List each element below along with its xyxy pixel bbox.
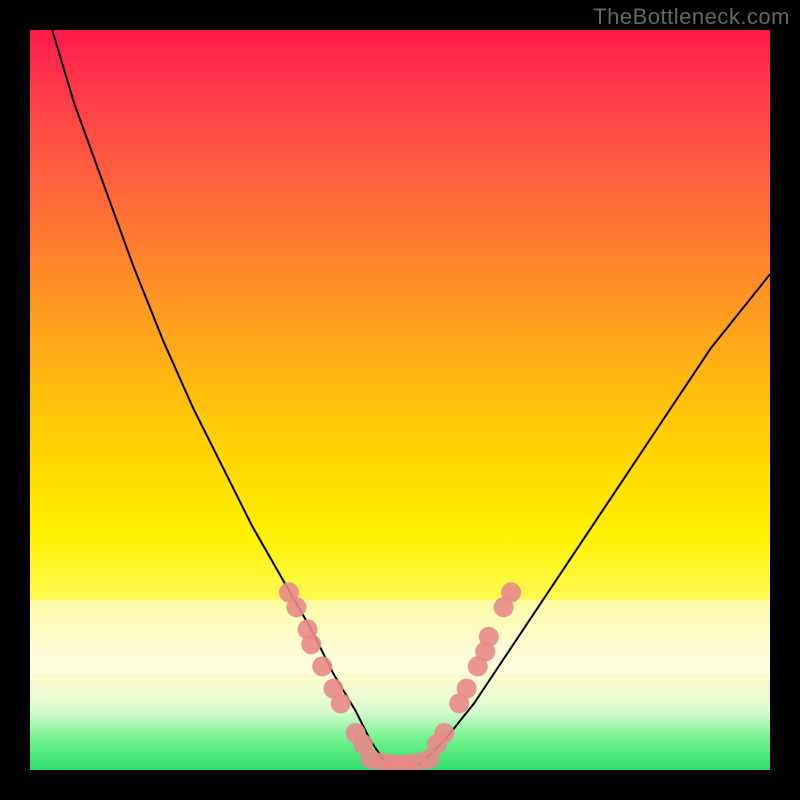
chart-frame: TheBottleneck.com: [0, 0, 800, 800]
marker-dot: [479, 627, 499, 647]
marker-dot: [501, 582, 521, 602]
curve-lines: [52, 30, 770, 770]
plot-area: [30, 30, 770, 770]
watermark-text: TheBottleneck.com: [593, 4, 790, 30]
marker-dot: [420, 749, 440, 769]
marker-dot: [286, 597, 306, 617]
marker-dots: [279, 582, 521, 770]
marker-dot: [301, 634, 321, 654]
marker-dot: [312, 656, 332, 676]
curve-left-curve: [52, 30, 400, 770]
marker-dot: [331, 693, 351, 713]
marker-dot: [457, 679, 477, 699]
chart-svg: [30, 30, 770, 770]
marker-dot: [434, 723, 454, 743]
